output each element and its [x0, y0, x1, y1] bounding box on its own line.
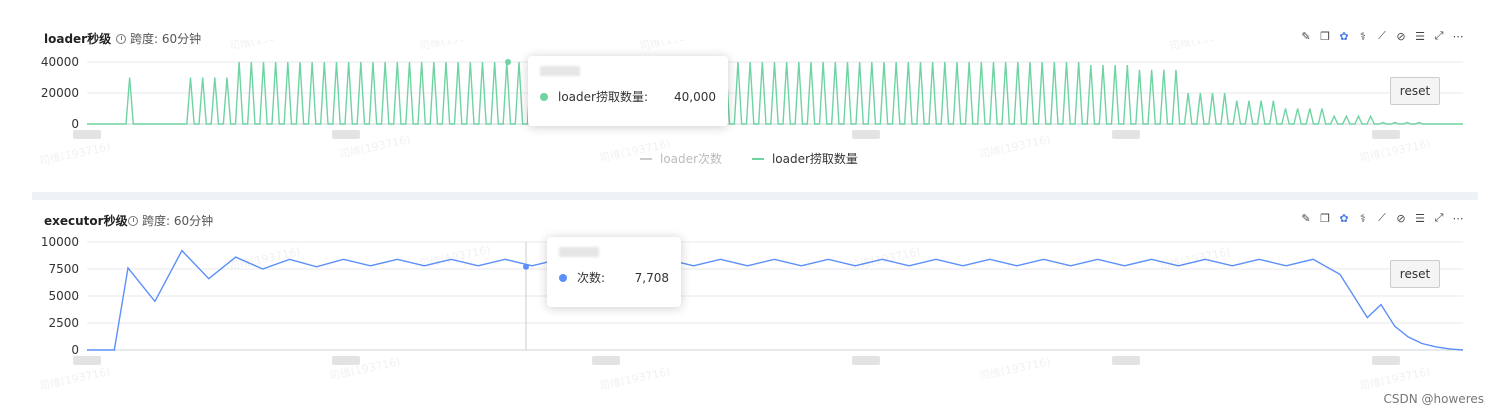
chart-toolbar: ✎ ❐ ✿ ⚕ ⟋ ⊘ ☰ ⤢ ⋯ [1300, 211, 1464, 225]
y-tick-label: 10000 [41, 235, 79, 249]
watermark-text: 司维(193716) [638, 40, 712, 53]
hover-point [505, 59, 511, 65]
compass-icon[interactable]: ⊘ [1395, 212, 1407, 225]
y-tick-label: 0 [71, 117, 79, 131]
list-icon[interactable]: ☰ [1414, 212, 1426, 225]
y-tick-label: 40000 [41, 55, 79, 69]
watermark-text: 司维(193716) [598, 365, 672, 393]
hover-point [523, 263, 529, 270]
panel-separator [32, 192, 1478, 200]
stethoscope-icon[interactable]: ⚕ [1357, 212, 1369, 225]
tooltip-header-blurred [559, 247, 599, 257]
legend-label: loader次数 [660, 152, 722, 166]
x-tick-label-blurred [852, 356, 880, 365]
tooltip-value: 40,000 [674, 89, 716, 104]
x-tick-label-blurred [1112, 130, 1140, 139]
more-icon[interactable]: ⋯ [1452, 212, 1464, 225]
chart-title: executor秒级 [44, 214, 128, 228]
tooltip-dot [559, 273, 567, 282]
watermark-text: 司维(193716) [228, 40, 302, 53]
copy-icon[interactable]: ❐ [1319, 212, 1331, 225]
y-tick-label: 20000 [41, 86, 79, 100]
watermark-text: 司维(193716) [978, 355, 1052, 383]
footer-credit: CSDN @howeres [1383, 392, 1484, 406]
y-tick-label: 5000 [48, 289, 79, 303]
legend-item-loader-fetch[interactable]: loader捞取数量 [751, 150, 858, 167]
tooltip: loader捞取数量: 40,000 [528, 56, 728, 126]
legend-swatch [751, 157, 764, 160]
y-tick-label: 0 [71, 343, 79, 357]
y-tick-label: 2500 [48, 316, 79, 330]
tooltip-header-blurred [540, 66, 580, 76]
legend-item-loader-count[interactable]: loader次数 [640, 150, 722, 167]
time-span: 跨度: 60分钟 [128, 212, 213, 229]
tooltip-label: loader捞取数量: [558, 90, 649, 104]
edit-icon[interactable]: ✎ [1300, 212, 1312, 225]
series-line-executor-count [87, 249, 1464, 351]
time-span-label: 跨度: 60分钟 [142, 214, 214, 228]
tooltip-dot [540, 92, 548, 101]
legend-label: loader捞取数量 [771, 152, 858, 166]
tooltip-value: 7,708 [634, 270, 669, 285]
watermark-text: 司维(193716) [38, 140, 112, 168]
watermark-text: 司维(193716) [418, 243, 492, 271]
x-tick-label-blurred [852, 130, 880, 139]
x-tick-label-blurred [332, 130, 360, 139]
x-tick-label-blurred [73, 130, 101, 139]
loader-chart-panel: loader秒级 跨度: 60分钟 ✎ ❐ ✿ ⚕ ⟋ ⊘ ☰ ⤢ ⋯ 0 200… [0, 0, 1500, 190]
x-tick-label-blurred [1372, 130, 1400, 139]
x-tick-label-blurred [73, 356, 101, 365]
watermark-text: 司维(193716) [1358, 137, 1432, 165]
executor-chart-panel: executor秒级 跨度: 60分钟 ✎ ❐ ✿ ⚕ ⟋ ⊘ ☰ ⤢ ⋯ 0 2… [0, 202, 1500, 412]
reset-button[interactable]: reset [1390, 77, 1440, 105]
watermark-text: 司维(193716) [978, 133, 1052, 161]
x-tick-label-blurred [1372, 356, 1400, 365]
tooltip-label: 次数: [577, 271, 606, 285]
chart-legend: loader次数 loader捞取数量 [640, 150, 858, 167]
legend-swatch [640, 157, 652, 160]
reset-button[interactable]: reset [1390, 260, 1440, 288]
line-chart-icon[interactable]: ⟋ [1376, 211, 1388, 224]
y-tick-label: 7500 [48, 262, 79, 276]
x-tick-label-blurred [592, 356, 620, 365]
clock-icon [128, 215, 138, 226]
watermark-text: 司维(193716) [418, 40, 492, 53]
tooltip: 次数: 7,708 [547, 237, 681, 307]
x-tick-label-blurred [1112, 356, 1140, 365]
fullscreen-icon[interactable]: ⤢ [1433, 211, 1445, 224]
executor-chart-plot[interactable]: 0 2500 5000 7500 10000 司维(193716) 司维(193716) 司维… [0, 230, 1500, 410]
watermark-text: 司维(193716) [38, 365, 112, 393]
watermark-text: 司维(193716) [1358, 365, 1432, 393]
watermark-text: 司维(193716) [1168, 40, 1242, 53]
settings-flower-icon[interactable]: ✿ [1338, 212, 1350, 225]
loader-chart-plot[interactable]: 0 20000 40000 司维(193716) 司维(193716) 司维(193716… [0, 40, 1500, 190]
